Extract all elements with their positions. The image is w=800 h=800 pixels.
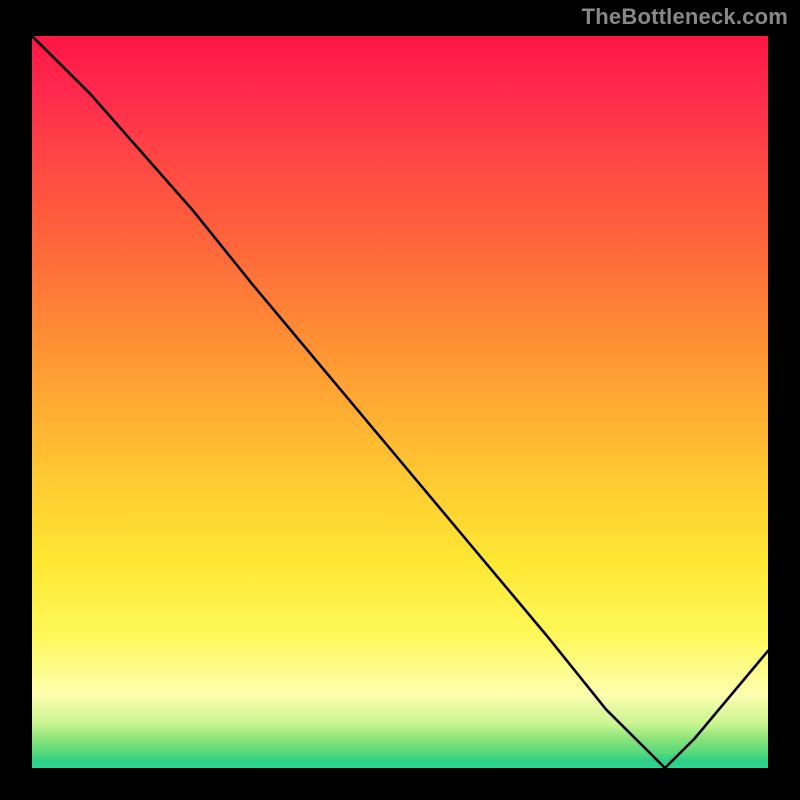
watermark-text: TheBottleneck.com	[582, 4, 788, 30]
plot-frame	[30, 34, 770, 770]
chart-container: TheBottleneck.com	[0, 0, 800, 800]
line-series	[32, 36, 768, 768]
